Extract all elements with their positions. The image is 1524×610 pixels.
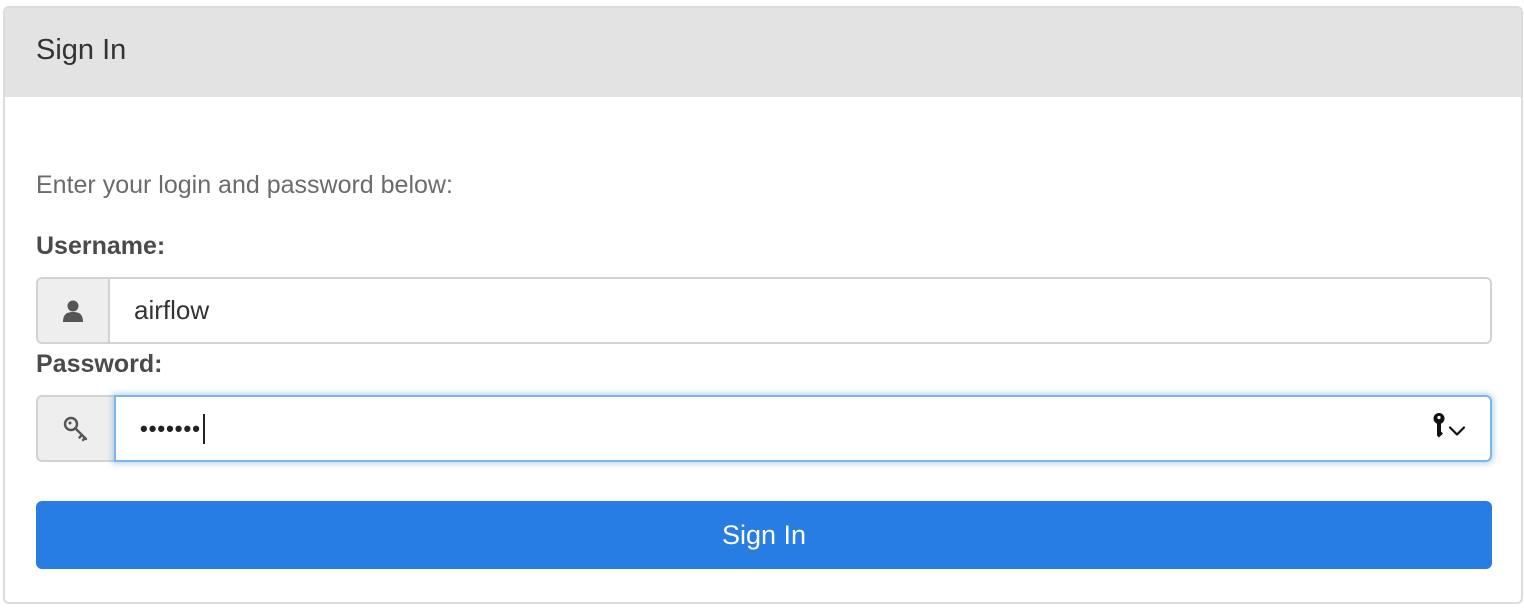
username-field[interactable]: airflow [108,277,1492,344]
sign-in-button[interactable]: Sign In [36,501,1492,569]
login-instructions: Enter your login and password below: [36,171,453,199]
text-caret [202,413,205,444]
password-field[interactable]: ••••••• [114,395,1492,462]
key-fill-icon [1432,412,1446,445]
user-icon [36,277,108,344]
password-value: ••••••• [140,415,201,441]
chevron-down-icon [1448,413,1466,444]
password-input-group: ••••••• [36,395,1492,462]
key-icon [36,395,114,462]
password-manager-button[interactable] [1432,412,1466,445]
login-panel: Sign In Enter your login and password be… [3,6,1523,604]
username-label: Username: [36,232,166,260]
username-value: airflow [134,295,210,325]
username-input-group: airflow [36,277,1492,344]
panel-header: Sign In [5,8,1521,97]
page-title: Sign In [36,33,127,66]
password-label: Password: [36,350,163,378]
